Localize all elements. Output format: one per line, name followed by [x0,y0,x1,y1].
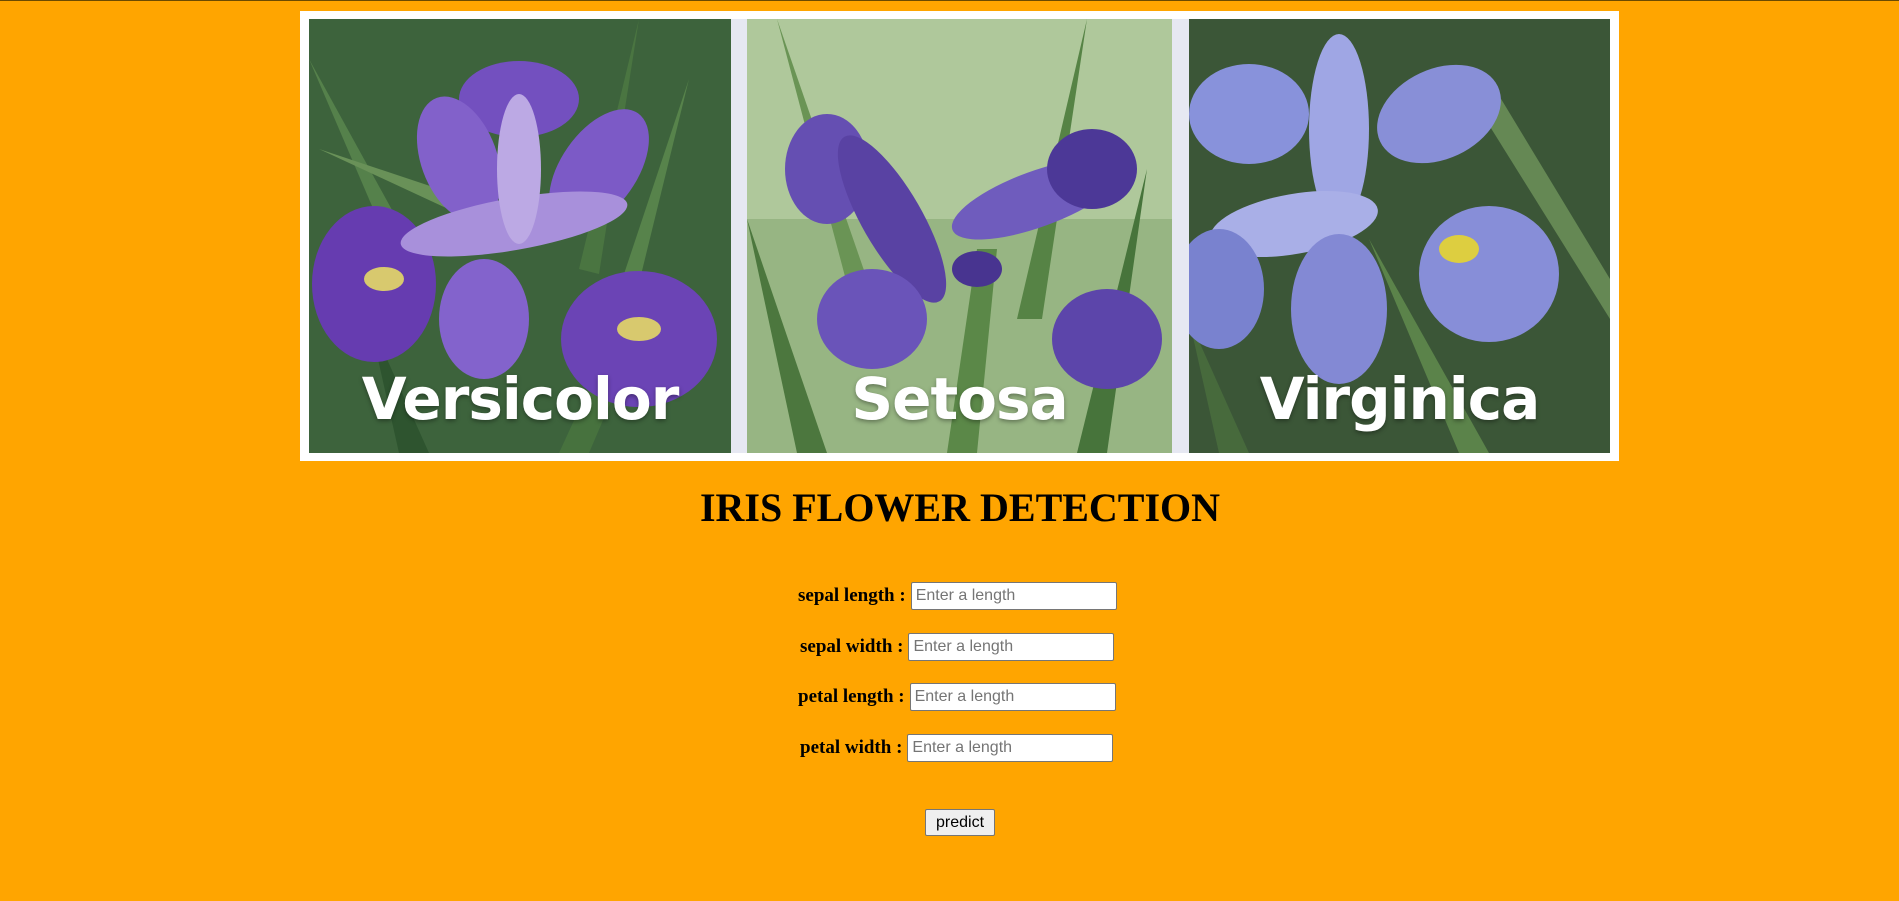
sepal-length-input[interactable] [910,582,1117,610]
sepal-width-field: sepal width : [800,633,1115,661]
petal-length-label: petal length : [798,686,905,707]
flower-label-versicolor: Versicolor [361,365,680,433]
petal-length-field: petal length : [798,683,1116,711]
petal-width-label: petal width : [800,737,903,758]
predict-button[interactable]: predict [925,809,995,836]
sepal-length-field: sepal length : [798,582,1117,610]
banner-divider [1172,19,1189,453]
petal-width-input[interactable] [907,734,1114,762]
petal-length-input[interactable] [909,683,1116,711]
iris-banner-image: Versicolor Setosa Virginica [300,11,1619,461]
banner-divider [731,19,747,453]
banner-panel-versicolor: Versicolor [309,19,731,453]
top-border [0,0,1899,1]
sepal-width-input[interactable] [908,633,1115,661]
banner-panel-virginica: Virginica [1189,19,1610,453]
sepal-length-label: sepal length : [798,585,906,606]
banner-panel-setosa: Setosa [747,19,1172,453]
flower-label-setosa: Setosa [851,365,1068,433]
page-title: IRIS FLOWER DETECTION [699,485,1221,530]
petal-width-field: petal width : [800,734,1114,762]
sepal-width-label: sepal width : [800,636,904,657]
flower-label-virginica: Virginica [1259,365,1540,433]
